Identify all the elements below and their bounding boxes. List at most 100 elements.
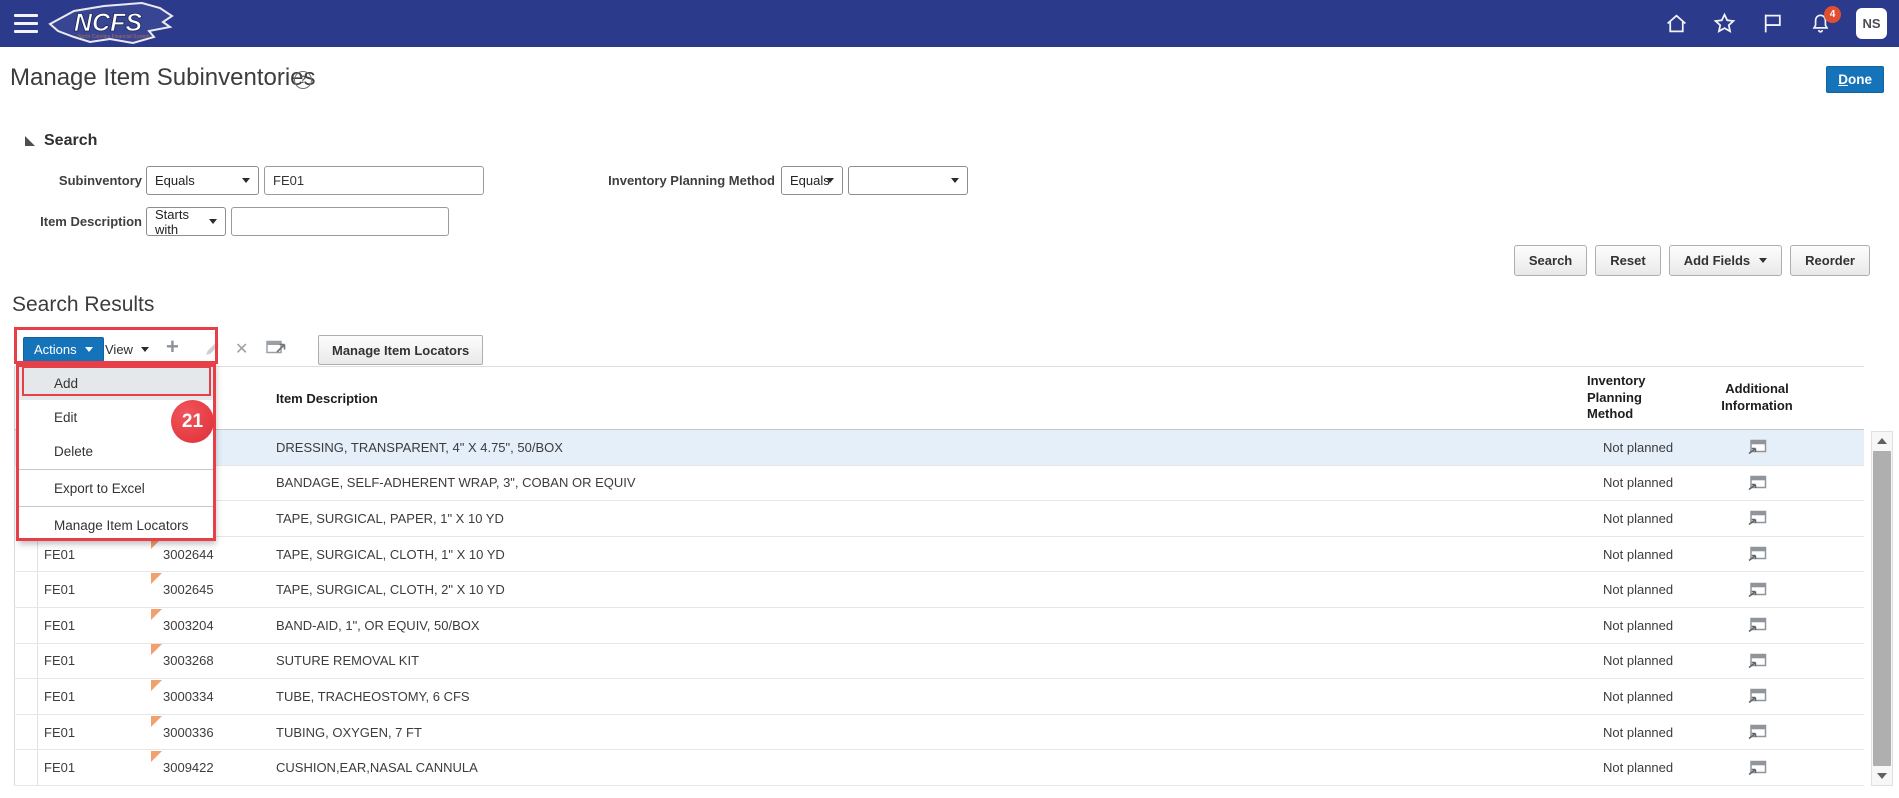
delete-x-icon[interactable]: ✕	[235, 339, 248, 359]
table-row[interactable]: FE01 3009422 CUSHION,EAR,NASAL CANNULA N…	[14, 750, 1864, 786]
cell-additional-information[interactable]	[1694, 653, 1820, 669]
global-header: NCFS North Carolina Financial System	[0, 0, 1899, 47]
actions-menu-item[interactable]: Edit	[18, 400, 213, 434]
add-row-icon[interactable]: +	[166, 334, 179, 360]
planning-method-value-select[interactable]	[848, 166, 968, 195]
help-icon[interactable]: ?	[294, 71, 312, 89]
additional-information-icon[interactable]	[1748, 653, 1767, 669]
menu-item-label: Export to Excel	[54, 481, 145, 496]
search-actions: Search Reset Add Fields Reorder	[1514, 245, 1870, 276]
cell-planning-method: Not planned	[1580, 653, 1694, 668]
cell-additional-information[interactable]	[1694, 724, 1820, 740]
cell-item: 3002644	[150, 547, 268, 562]
cell-planning-method: Not planned	[1580, 547, 1694, 562]
header-inventory-planning-method-label: Inventory Planning Method	[1587, 373, 1659, 424]
chevron-down-icon	[951, 178, 959, 183]
flag-icon[interactable]	[1760, 12, 1784, 36]
cell-additional-information[interactable]	[1694, 760, 1820, 776]
header-item-description[interactable]: Item Description	[268, 391, 1580, 406]
search-results-title: Search Results	[12, 293, 154, 317]
subinventory-input[interactable]	[264, 166, 484, 195]
cell-additional-information[interactable]	[1694, 546, 1820, 562]
cell-additional-information[interactable]	[1694, 510, 1820, 526]
row-selector-gutter[interactable]	[14, 715, 38, 750]
cell-additional-information[interactable]	[1694, 617, 1820, 633]
actions-menu-item[interactable]: Add	[18, 366, 213, 400]
additional-information-icon[interactable]	[1748, 724, 1767, 740]
flag-corner-icon	[151, 680, 162, 691]
scrollbar-thumb[interactable]	[1873, 451, 1891, 766]
header-additional-information[interactable]: Additional Information	[1694, 381, 1820, 415]
subinventory-operator-select[interactable]: Equals	[146, 166, 259, 195]
cell-additional-information[interactable]	[1694, 688, 1820, 704]
item-description-input[interactable]	[231, 207, 449, 236]
row-selector-gutter[interactable]	[14, 750, 38, 785]
row-selector-gutter[interactable]	[14, 608, 38, 643]
search-section-header[interactable]: Search	[25, 132, 97, 150]
table-row[interactable]: FE01 3003204 BAND-AID, 1", OR EQUIV, 50/…	[14, 608, 1864, 644]
manage-item-locators-button[interactable]: Manage Item Locators	[318, 335, 483, 365]
add-fields-button[interactable]: Add Fields	[1669, 245, 1782, 276]
table-row[interactable]: DRESSING, TRANSPARENT, 4" X 4.75", 50/BO…	[14, 430, 1864, 466]
table-row[interactable]: FE01 3002645 TAPE, SURGICAL, CLOTH, 2" X…	[14, 572, 1864, 608]
cell-additional-information[interactable]	[1694, 439, 1820, 455]
detach-table-icon[interactable]	[266, 340, 287, 362]
menu-icon[interactable]	[14, 14, 38, 33]
planning-method-operator-select[interactable]: Equals	[781, 166, 843, 195]
chevron-down-icon	[85, 347, 93, 352]
cell-subinventory: FE01	[38, 760, 150, 775]
edit-pencil-icon[interactable]	[203, 340, 221, 363]
table-row[interactable]: FE01 3002644 TAPE, SURGICAL, CLOTH, 1" X…	[14, 537, 1864, 573]
cell-description: TUBE, TRACHEOSTOMY, 6 CFS	[268, 689, 1580, 704]
row-selector-gutter[interactable]	[14, 572, 38, 607]
scroll-down-button[interactable]	[1872, 768, 1892, 784]
inventory-planning-method-label: Inventory Planning Method	[500, 166, 775, 195]
reorder-button[interactable]: Reorder	[1790, 245, 1870, 276]
header-inventory-planning-method[interactable]: Inventory Planning Method	[1580, 373, 1694, 424]
reset-button[interactable]: Reset	[1595, 245, 1660, 276]
table-row[interactable]: BANDAGE, SELF-ADHERENT WRAP, 3", COBAN O…	[14, 466, 1864, 502]
notifications-bell-icon[interactable]: 4	[1808, 12, 1832, 36]
view-label: View	[105, 342, 133, 357]
cell-additional-information[interactable]	[1694, 475, 1820, 491]
actions-menu-item[interactable]: Manage Item Locators	[18, 508, 213, 542]
scroll-up-button[interactable]	[1872, 433, 1892, 449]
cell-subinventory: FE01	[38, 725, 150, 740]
additional-information-icon[interactable]	[1748, 475, 1767, 491]
item-description-operator-select[interactable]: Starts with	[146, 207, 226, 236]
ncfs-logo[interactable]: NCFS North Carolina Financial System	[44, 0, 184, 47]
actions-menu-item[interactable]: Export to Excel	[18, 471, 213, 505]
subinventory-operator-value: Equals	[155, 173, 195, 188]
cell-description: DRESSING, TRANSPARENT, 4" X 4.75", 50/BO…	[268, 440, 1580, 455]
cell-item: 3003204	[150, 618, 268, 633]
actions-menu-item[interactable]: Delete	[18, 434, 213, 468]
additional-information-icon[interactable]	[1748, 510, 1767, 526]
additional-information-icon[interactable]	[1748, 688, 1767, 704]
menu-item-label: Add	[54, 376, 78, 391]
cell-additional-information[interactable]	[1694, 582, 1820, 598]
subinventory-label: Subinventory	[0, 166, 142, 195]
table-row[interactable]: FE01 3000334 TUBE, TRACHEOSTOMY, 6 CFS N…	[14, 679, 1864, 715]
row-selector-gutter[interactable]	[14, 644, 38, 679]
additional-information-icon[interactable]	[1748, 617, 1767, 633]
actions-menu-button[interactable]: Actions	[23, 337, 104, 362]
table-row[interactable]: FE01 3003268 SUTURE REMOVAL KIT Not plan…	[14, 644, 1864, 680]
avatar[interactable]: NS	[1856, 8, 1887, 39]
search-button[interactable]: Search	[1514, 245, 1587, 276]
additional-information-icon[interactable]	[1748, 546, 1767, 562]
table-row[interactable]: TAPE, SURGICAL, PAPER, 1" X 10 YD Not pl…	[14, 501, 1864, 537]
chevron-down-icon	[826, 178, 834, 183]
view-menu-button[interactable]: View	[97, 337, 157, 362]
table-row[interactable]: FE01 3000336 TUBING, OXYGEN, 7 FT Not pl…	[14, 715, 1864, 751]
item-number: 3002645	[150, 582, 214, 597]
additional-information-icon[interactable]	[1748, 582, 1767, 598]
additional-information-icon[interactable]	[1748, 760, 1767, 776]
favorites-star-icon[interactable]	[1712, 12, 1736, 36]
logo-subtext: North Carolina Financial System	[78, 34, 150, 40]
row-selector-gutter[interactable]	[14, 679, 38, 714]
vertical-scrollbar[interactable]	[1871, 431, 1893, 786]
done-button[interactable]: Done	[1826, 66, 1884, 93]
additional-information-icon[interactable]	[1748, 439, 1767, 455]
cell-description: SUTURE REMOVAL KIT	[268, 653, 1580, 668]
home-icon[interactable]	[1664, 12, 1688, 36]
